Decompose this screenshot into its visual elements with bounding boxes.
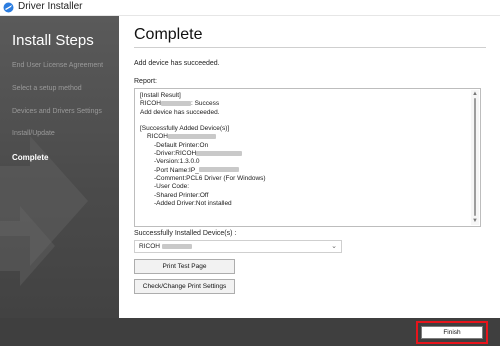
scroll-down-arrow-icon[interactable]: ▼ (472, 218, 478, 224)
report-line: -Shared Printer:Off (154, 191, 209, 199)
report-line-text: -Driver:RICOH (154, 150, 197, 158)
report-line-text: -Port Name:IP_ (154, 166, 199, 174)
report-line: -Added Driver:Not installed (154, 199, 232, 207)
report-line: -Port Name:IP_ (140, 167, 470, 175)
report-line-text: : Success (190, 100, 220, 108)
redacted-text (198, 167, 239, 173)
report-label: Report: (134, 78, 157, 85)
report-line-text: RICOH (140, 100, 161, 108)
finish-highlight-box: Finish (416, 321, 488, 344)
report-line (140, 117, 470, 125)
step-select-setup-method: Select a setup method (12, 85, 82, 92)
report-line: -Default Printer:On (154, 141, 209, 149)
report-textbox[interactable]: [Install Result] RICOH : Success Add devi… (134, 88, 481, 227)
check-change-print-settings-button[interactable]: Check/Change Print Settings (134, 279, 235, 294)
report-line: RICOH : Success (140, 100, 470, 108)
step-install-update: Install/Update (12, 130, 55, 137)
redacted-text (167, 134, 216, 140)
sidebar-title: Install Steps (12, 32, 94, 49)
report-line: Add device has succeeded. (140, 108, 220, 116)
scroll-up-arrow-icon[interactable]: ▲ (472, 91, 478, 97)
redacted-text (161, 243, 192, 249)
page-title: Complete (134, 26, 203, 43)
sidebar: Install Steps End User License Agreement… (0, 16, 119, 318)
window-title: Driver Installer (18, 1, 83, 12)
title-bar: Driver Installer (0, 0, 500, 16)
installed-devices-dropdown[interactable]: RICOH ⌄ (134, 240, 342, 253)
success-message: Add device has succeeded. (134, 60, 220, 67)
main-content: Complete Add device has succeeded. Repor… (119, 16, 500, 318)
step-complete: Complete (12, 153, 49, 162)
driver-installer-icon (3, 2, 14, 13)
installed-device-text: RICOH (139, 243, 160, 250)
report-line: -Version:1.3.0.0 (154, 158, 200, 166)
report-line: -User Code: (154, 183, 190, 191)
scroll-thumb[interactable] (474, 98, 476, 216)
title-divider (134, 47, 486, 48)
finish-button[interactable]: Finish (421, 326, 483, 339)
report-line: -Comment:PCL6 Driver (For Windows) (154, 174, 266, 182)
step-devices-and-drivers-settings: Devices and Drivers Settings (12, 108, 102, 115)
report-line: RICOH (140, 133, 470, 141)
redacted-text (196, 150, 243, 156)
redacted-text (160, 101, 191, 107)
report-scrollbar[interactable]: ▲ ▼ (471, 90, 479, 225)
report-line: [Install Result] (140, 92, 181, 99)
report-line-text: RICOH (147, 133, 168, 141)
installed-devices-label: Successfully Installed Device(s) : (134, 230, 237, 237)
footer-bar: Finish (0, 318, 500, 346)
step-end-user-license-agreement: End User License Agreement (12, 62, 104, 69)
print-test-page-button[interactable]: Print Test Page (134, 259, 235, 274)
installed-device-value: RICOH (139, 243, 192, 250)
chevron-down-icon: ⌄ (331, 243, 337, 250)
report-line: [Successfully Added Device(s)] (140, 125, 230, 133)
report-line: -Driver:RICOH (140, 150, 470, 158)
